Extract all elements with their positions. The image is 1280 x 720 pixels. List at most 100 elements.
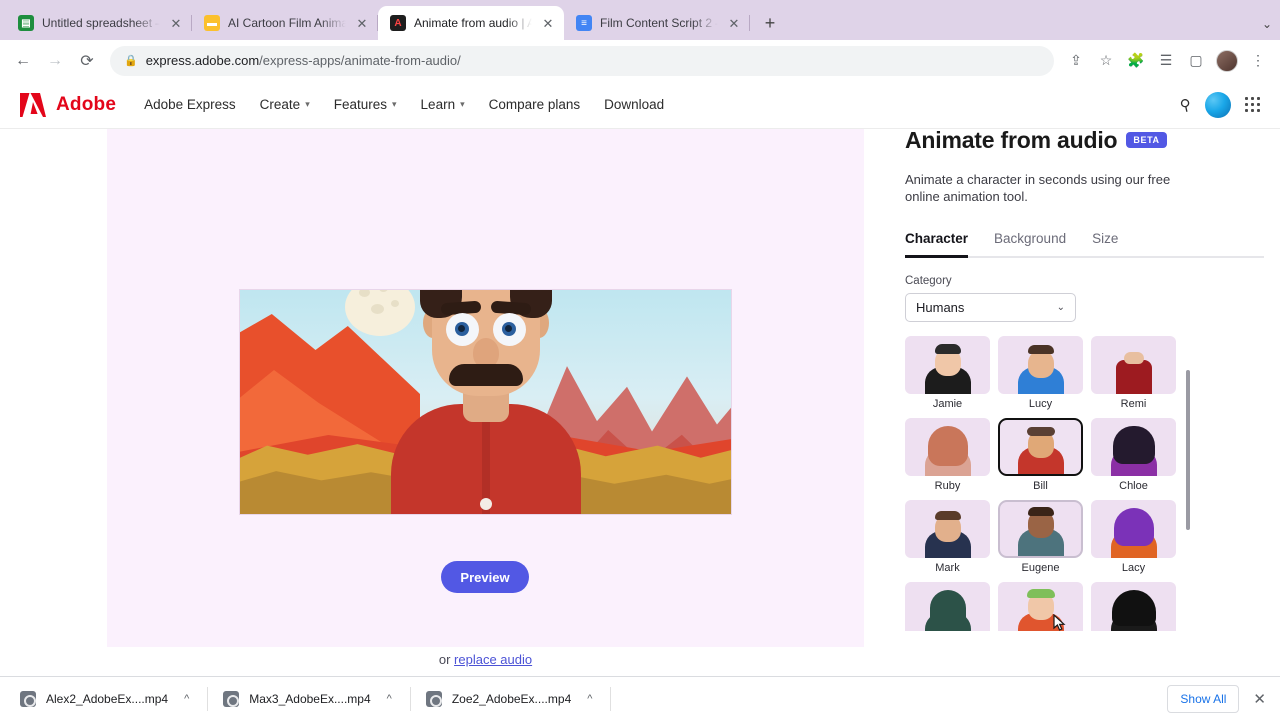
tab-close-icon[interactable]: ✕ [540, 15, 556, 31]
tab-title: Film Content Script 2 – Google [600, 16, 718, 30]
tab-close-icon[interactable]: ✕ [726, 15, 742, 31]
reload-button[interactable]: ⟳ [72, 46, 102, 76]
nav-label: Create [259, 97, 301, 112]
lock-icon: 🔒 [124, 55, 138, 67]
panel-tabs: Character Background Size [905, 231, 1264, 259]
character-card-remi[interactable]: Remi [1091, 336, 1176, 410]
adobe-logo[interactable]: Adobe [20, 92, 116, 117]
browser-tab[interactable]: ▬ AI Cartoon Film Animation – Go ✕ [192, 6, 378, 40]
panel-subtitle: Animate a character in seconds using our… [905, 172, 1171, 205]
character-name: Jamie [932, 398, 963, 411]
character-card-ruby[interactable]: Ruby [905, 418, 990, 492]
character-card-row4-c[interactable] [1091, 582, 1176, 632]
chevron-down-icon: ⌄ [1056, 302, 1065, 314]
window-minimize-icon[interactable]: ⌄ [1262, 17, 1272, 31]
app-grid-icon[interactable] [1245, 97, 1260, 112]
character-thumbnail [905, 418, 990, 477]
side-panel-icon[interactable]: ▢ [1182, 47, 1210, 75]
site-nav: Adobe Express Create ▾ Features ▾ Learn … [144, 97, 664, 112]
nav-item-features[interactable]: Features ▾ [334, 97, 397, 112]
category-dropdown[interactable]: Humans ⌄ [905, 293, 1076, 323]
forward-button[interactable]: → [40, 46, 70, 76]
nav-item-create[interactable]: Create ▾ [260, 97, 310, 112]
back-button[interactable]: ← [8, 46, 38, 76]
browser-tab[interactable]: ≡ Film Content Script 2 – Google ✕ [564, 6, 750, 40]
bookmark-star-icon[interactable]: ☆ [1092, 47, 1120, 75]
tab-background[interactable]: Background [994, 231, 1066, 256]
character-card-lacy[interactable]: Lacy [1091, 500, 1176, 574]
character-thumbnail [998, 336, 1083, 395]
docs-icon: ≡ [576, 15, 592, 31]
mouse-cursor [1053, 614, 1066, 631]
character-name: Bill [1033, 480, 1048, 493]
download-item[interactable]: Max3_AdobeEx....mp4 ^ [213, 685, 411, 713]
new-tab-button[interactable]: + [756, 9, 784, 37]
character-thumbnail [905, 582, 990, 632]
share-icon[interactable]: ⇪ [1062, 47, 1090, 75]
address-bar[interactable]: 🔒 express.adobe.com/express-apps/animate… [110, 45, 1054, 76]
preview-button[interactable]: Preview [441, 561, 529, 593]
video-file-icon [223, 690, 240, 707]
preview-character-bill [240, 290, 731, 514]
tab-size[interactable]: Size [1092, 231, 1118, 256]
nav-label: Adobe Express [144, 97, 236, 112]
video-file-icon [20, 690, 36, 707]
nav-label: Compare plans [488, 97, 581, 112]
character-card-eugene[interactable]: Eugene [998, 500, 1083, 574]
character-card-jamie[interactable]: Jamie [905, 336, 990, 410]
character-name: Ruby [934, 480, 961, 493]
character-name: Eugene [1021, 562, 1060, 575]
nav-item-compare-plans[interactable]: Compare plans [489, 97, 581, 112]
character-card-chloe[interactable]: Chloe [1091, 418, 1176, 492]
category-value: Humans [916, 300, 965, 316]
chevron-up-icon[interactable]: ^ [184, 693, 189, 705]
download-shelf: Alex2_AdobeEx....mp4 ^ Max3_AdobeEx....m… [0, 676, 1280, 720]
sheets-icon: ▤ [18, 15, 34, 31]
nav-item-adobe-express[interactable]: Adobe Express [144, 97, 236, 112]
reading-list-icon[interactable]: ☰ [1152, 47, 1180, 75]
page-title: Animate from audio [905, 129, 1118, 153]
header-actions: ⚲ [1178, 91, 1260, 118]
character-name: Lucy [1028, 398, 1053, 411]
nav-item-learn[interactable]: Learn ▾ [421, 97, 465, 112]
url-host: express.adobe.com [145, 53, 260, 68]
tab-title: AI Cartoon Film Animation – Go [228, 16, 346, 30]
animation-preview[interactable] [239, 289, 732, 515]
character-shirt-button [479, 498, 492, 510]
tab-close-icon[interactable]: ✕ [354, 15, 370, 31]
tab-character[interactable]: Character [905, 231, 969, 259]
download-item[interactable]: Zoe2_AdobeEx....mp4 ^ [416, 685, 612, 713]
character-card-mark[interactable]: Mark [905, 500, 990, 574]
character-name: Chloe [1119, 480, 1148, 493]
page-body: Preview or replace audio Enhance speech … [0, 129, 1280, 712]
nav-item-download[interactable]: Download [604, 97, 664, 112]
browser-tab[interactable]: ▤ Untitled spreadsheet – Google ✕ [6, 6, 192, 40]
replace-audio-link[interactable]: replace audio [454, 652, 532, 667]
download-item[interactable]: Alex2_AdobeEx....mp4 ^ [10, 685, 209, 713]
character-card-lucy[interactable]: Lucy [998, 336, 1083, 410]
tab-close-icon[interactable]: ✕ [168, 15, 184, 31]
search-icon[interactable]: ⚲ [1178, 95, 1192, 115]
tool-options-panel: Animate from audio BETA Animate a charac… [889, 129, 1280, 712]
user-avatar[interactable] [1205, 91, 1231, 118]
chevron-up-icon[interactable]: ^ [387, 693, 392, 705]
character-thumbnail [1091, 582, 1176, 632]
chevron-down-icon: ▾ [305, 99, 310, 109]
chrome-menu-icon[interactable]: ⋮ [1244, 47, 1272, 75]
character-card-bill[interactable]: Bill [998, 418, 1083, 492]
site-header: Adobe Adobe Express Create ▾ Features ▾ … [0, 81, 1280, 129]
character-grid-scrollbar[interactable] [1186, 370, 1190, 531]
show-all-button[interactable]: Show All [1167, 684, 1240, 713]
character-card-row4-b[interactable] [998, 582, 1083, 632]
character-card-row4-a[interactable] [905, 582, 990, 632]
replace-audio-row: or replace audio [107, 652, 864, 667]
extensions-icon[interactable]: 🧩 [1122, 47, 1150, 75]
close-icon[interactable]: ✕ [1253, 690, 1266, 708]
url-path: /express-apps/animate-from-audio/ [259, 53, 461, 68]
tab-title: Animate from audio | Adobe Ex [414, 16, 532, 30]
profile-avatar[interactable] [1216, 49, 1238, 72]
browser-tab-active[interactable]: A Animate from audio | Adobe Ex ✕ [378, 6, 564, 40]
character-thumbnail [1091, 500, 1176, 559]
tab-title: Untitled spreadsheet – Google [42, 16, 160, 30]
chevron-up-icon[interactable]: ^ [587, 693, 592, 705]
